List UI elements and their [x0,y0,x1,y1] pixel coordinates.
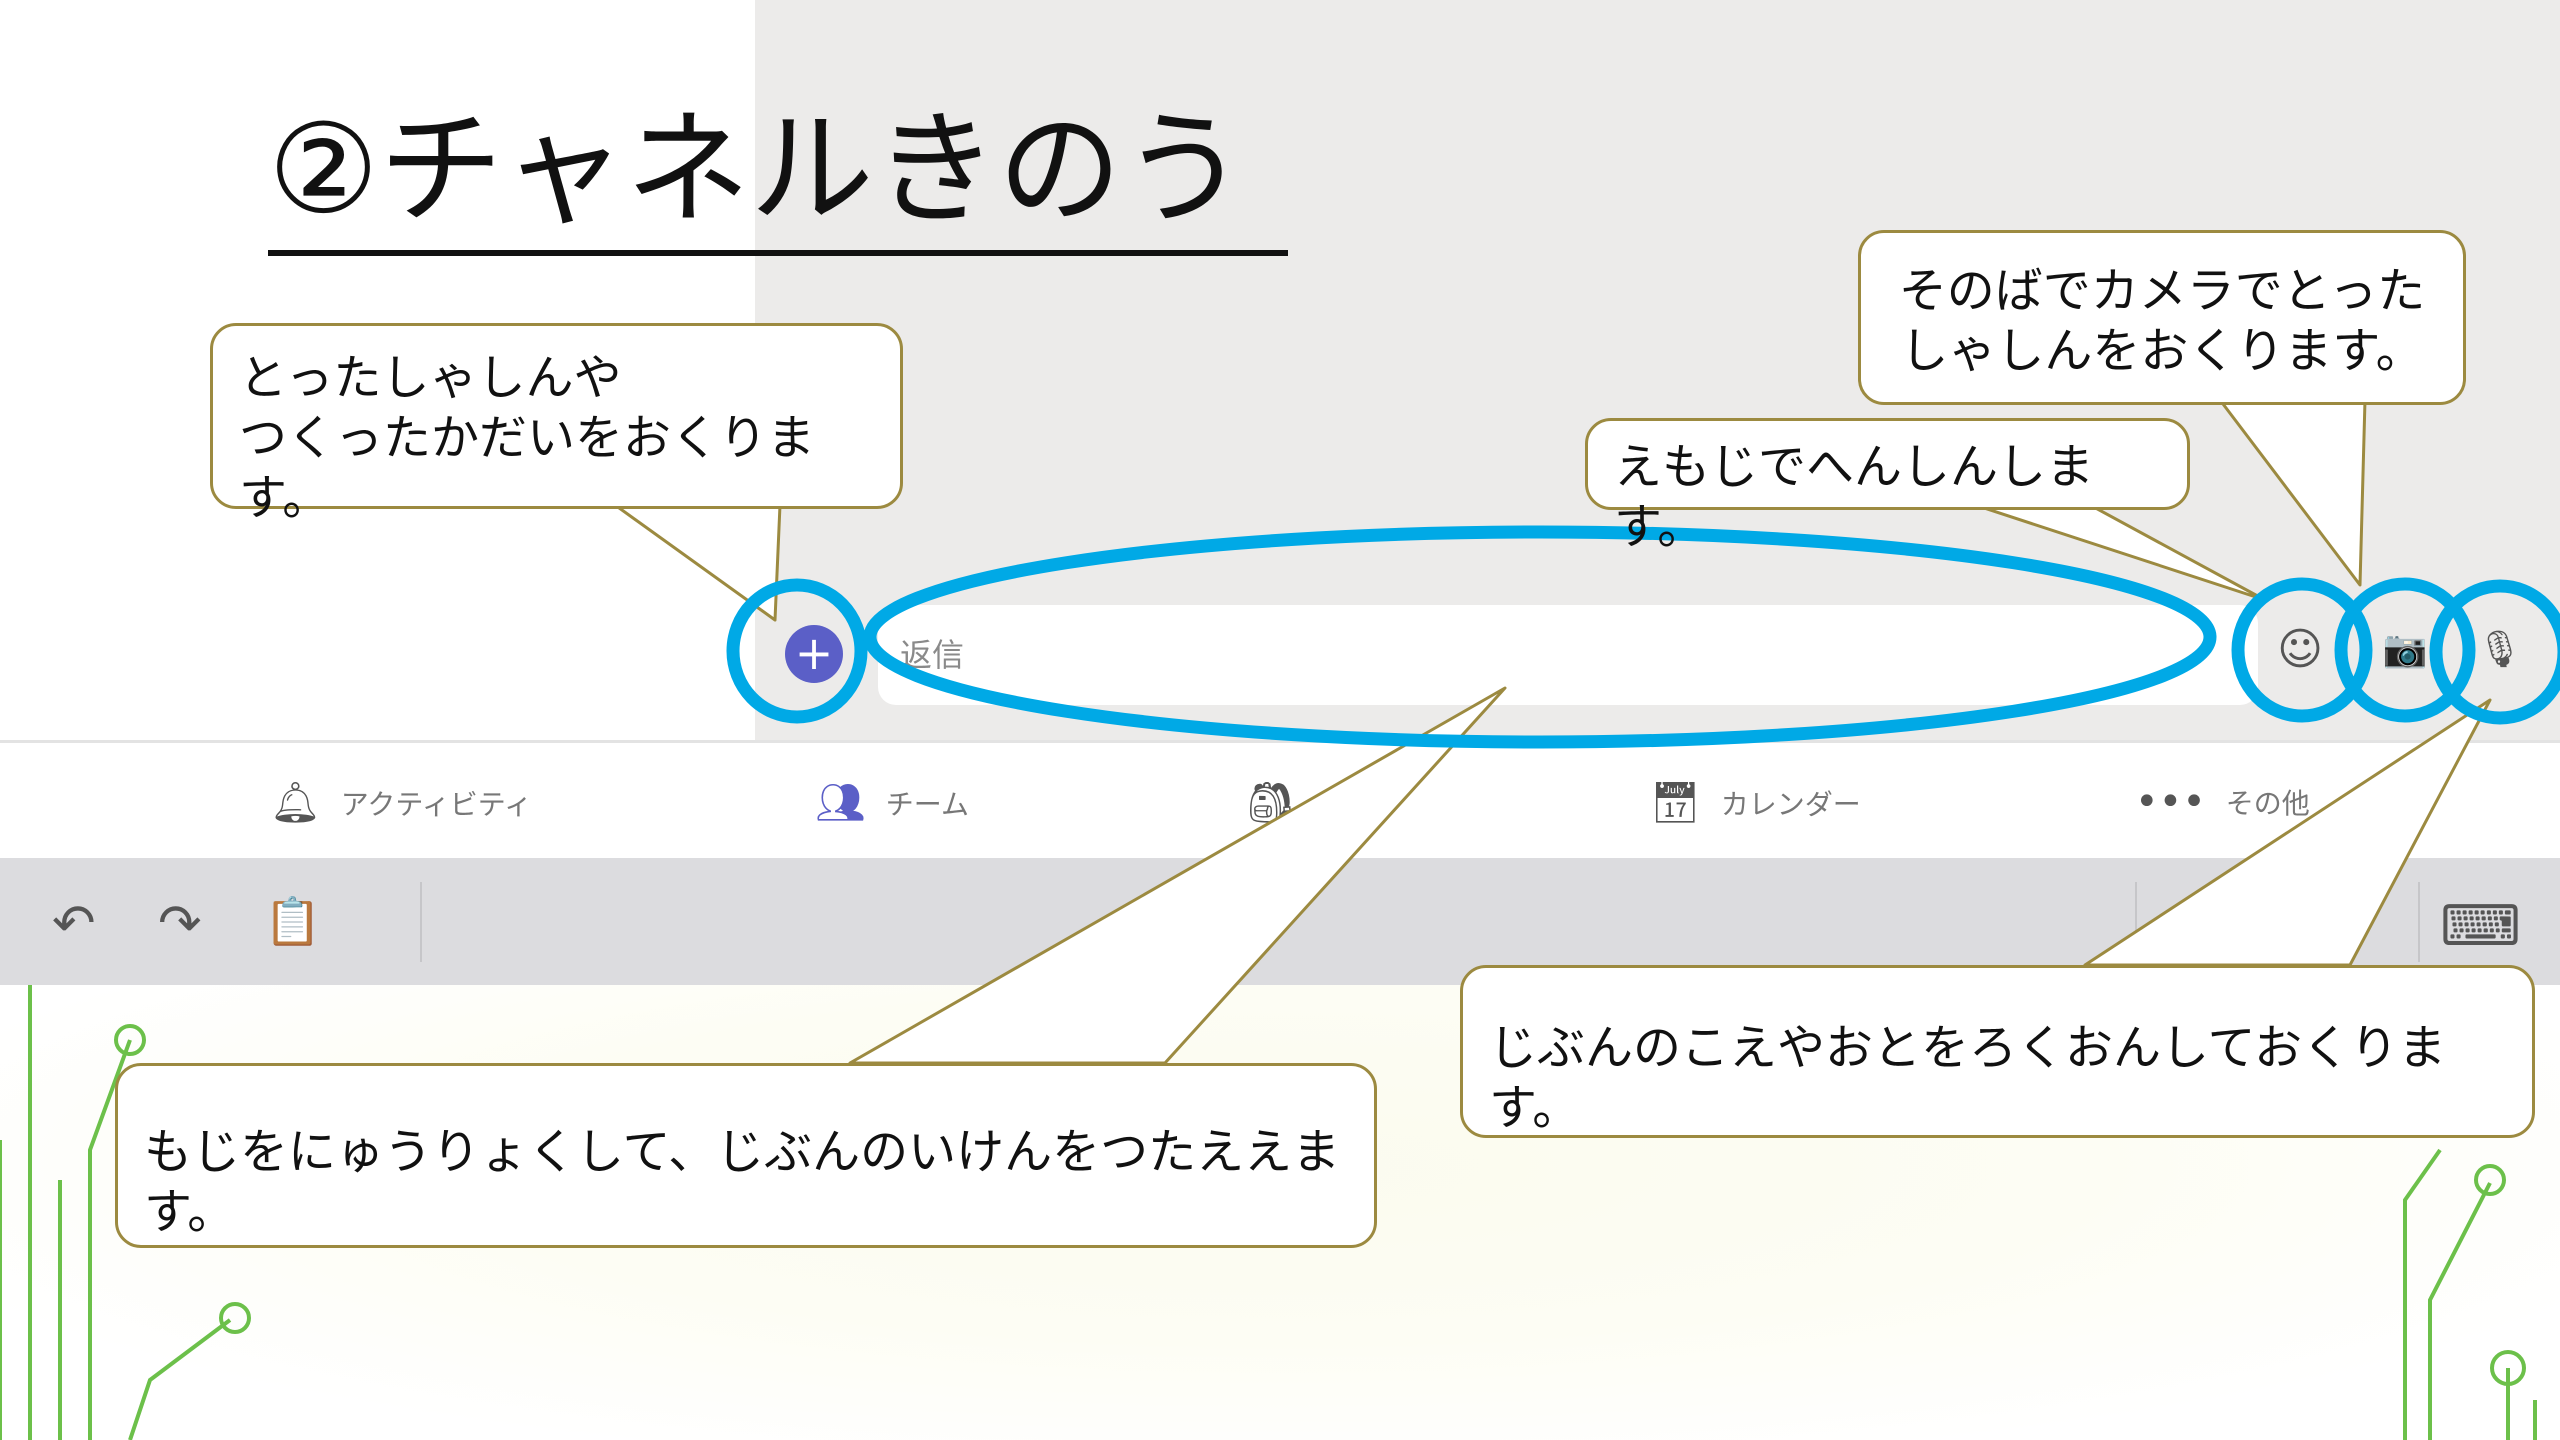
callout-text-input: もじをにゅうりょくして、じぶんのいけんをつたええます。 [115,1063,1377,1248]
toolbar-divider [2418,882,2420,962]
camera-button[interactable]: 📷 [2375,620,2435,680]
microphone-button[interactable]: 🎙 [2470,620,2530,680]
toolbar-divider [420,882,422,962]
reply-input[interactable] [878,605,2258,705]
callout-attach: とったしゃしんや つくったかだいをおくります。 [210,323,903,526]
undo-icon[interactable]: ↶ [52,894,96,954]
nav-item-teams[interactable]: 👥︎ チーム [815,779,969,826]
nav-item-label: チーム [885,787,969,821]
emoji-icon: ☺ [2277,624,2323,675]
nav-item-label: カレンダー [1720,787,1861,821]
toolbar-divider [2135,882,2137,962]
teams-icon: 👥︎ [815,780,866,826]
plus-icon: + [794,626,834,680]
more-icon: ••• [2135,779,2206,825]
slide-title: ②チャネルきのう [268,108,1288,256]
clipboard-icon[interactable]: 📋 [264,894,321,949]
keyboard-icon[interactable]: ⌨ [2440,894,2521,959]
emoji-button[interactable]: ☺ [2270,620,2330,680]
nav-item-more[interactable]: ••• その他 [2135,779,2310,825]
camera-icon: 📷 [2382,629,2428,670]
assignments-icon: 🎒︎ [1245,780,1296,826]
nav-item-activity[interactable]: 🔔︎ アクティビティ [270,779,532,826]
nav-item-assignments[interactable]: 🎒︎ [1245,779,1316,826]
callout-emoji: えもじでへんしんします。 [1585,418,2190,555]
calendar-icon: 📅︎ [1650,780,1701,826]
nav-item-calendar[interactable]: 📅︎ カレンダー [1650,779,1861,826]
bell-icon: 🔔︎ [270,780,321,826]
bottom-navigation: 🔔︎ アクティビティ 👥︎ チーム 🎒︎ 📅︎ カレンダー ••• その他 [0,740,2560,858]
callout-voice: じぶんのこえやおとをろくおんしておくります。 [1460,965,2535,1138]
microphone-icon: 🎙 [2477,629,2523,670]
attach-plus-button[interactable]: + [785,625,843,683]
redo-icon[interactable]: ↷ [158,894,202,954]
nav-item-label: アクティビティ [340,787,533,821]
callout-camera: そのばでカメラでとった しゃしんをおくります。 [1858,230,2466,405]
nav-item-label: その他 [2225,787,2310,820]
